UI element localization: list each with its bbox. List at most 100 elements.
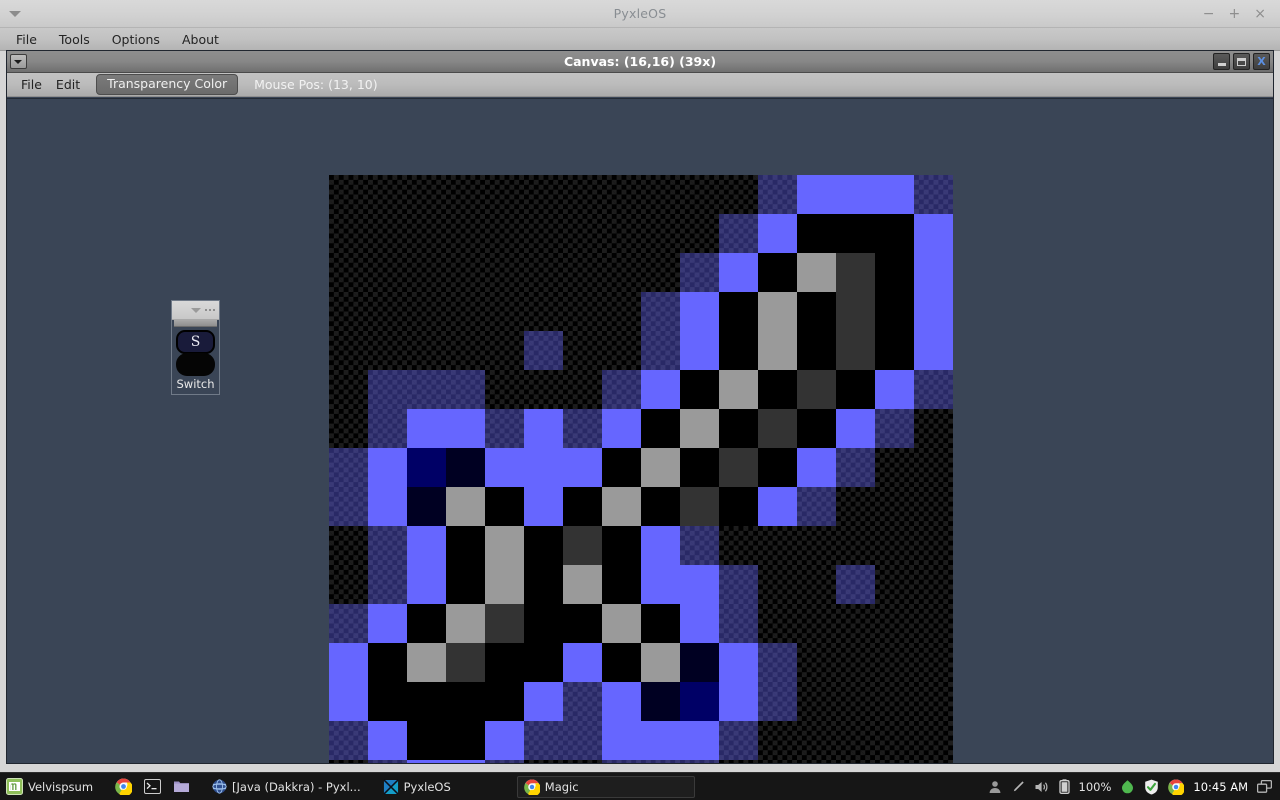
- drop-icon[interactable]: [1120, 779, 1135, 794]
- pixel-cell[interactable]: [758, 487, 797, 526]
- pixel-cell[interactable]: [641, 643, 680, 682]
- pixel-cell[interactable]: [602, 682, 641, 721]
- pixel-cell[interactable]: [758, 760, 797, 763]
- pixel-cell[interactable]: [680, 487, 719, 526]
- pixel-cell[interactable]: [836, 487, 875, 526]
- pixel-cell[interactable]: [368, 643, 407, 682]
- pixel-cell[interactable]: [836, 643, 875, 682]
- pixel-cell[interactable]: [329, 214, 368, 253]
- pixel-cell[interactable]: [407, 214, 446, 253]
- pixel-cell[interactable]: [563, 604, 602, 643]
- pixel-cell[interactable]: [563, 760, 602, 763]
- pixel-cell[interactable]: [446, 604, 485, 643]
- taskbar-window-pyxleos[interactable]: PyxleOS: [377, 776, 457, 798]
- windows-overlap-icon[interactable]: [1257, 780, 1272, 793]
- pixel-cell[interactable]: [680, 721, 719, 760]
- pixel-cell[interactable]: [641, 604, 680, 643]
- pixel-cell[interactable]: [641, 331, 680, 370]
- pixel-cell[interactable]: [485, 175, 524, 214]
- restore-icon[interactable]: [1233, 53, 1250, 70]
- pixel-cell[interactable]: [641, 292, 680, 331]
- pixel-cell[interactable]: [875, 214, 914, 253]
- pixel-cell[interactable]: [407, 565, 446, 604]
- pixel-cell[interactable]: [446, 175, 485, 214]
- pixel-cell[interactable]: [719, 760, 758, 763]
- pixel-cell[interactable]: [563, 526, 602, 565]
- pixel-cell[interactable]: [719, 253, 758, 292]
- pixel-cell[interactable]: [719, 565, 758, 604]
- pixel-cell[interactable]: [875, 682, 914, 721]
- pixel-cell[interactable]: [680, 370, 719, 409]
- pixel-cell[interactable]: [446, 370, 485, 409]
- pixel-cell[interactable]: [524, 721, 563, 760]
- pixel-cell[interactable]: [680, 409, 719, 448]
- pixel-cell[interactable]: [563, 214, 602, 253]
- pixel-cell[interactable]: [641, 253, 680, 292]
- pixel-cell[interactable]: [485, 448, 524, 487]
- pixel-cell[interactable]: [524, 760, 563, 763]
- pixel-cell[interactable]: [446, 448, 485, 487]
- pixel-cell[interactable]: [680, 565, 719, 604]
- pixel-cell[interactable]: [875, 370, 914, 409]
- pixel-cell[interactable]: [485, 643, 524, 682]
- pixel-cell[interactable]: [602, 448, 641, 487]
- pixel-cell[interactable]: [836, 292, 875, 331]
- volume-icon[interactable]: [1034, 780, 1050, 794]
- pixel-cell[interactable]: [641, 721, 680, 760]
- pixel-cell[interactable]: [368, 292, 407, 331]
- menu-item-file[interactable]: File: [10, 31, 43, 48]
- pixel-cell[interactable]: [524, 487, 563, 526]
- pixel-cell[interactable]: [719, 526, 758, 565]
- pixel-cell[interactable]: [407, 682, 446, 721]
- pixel-cell[interactable]: [719, 175, 758, 214]
- terminal-launcher[interactable]: [138, 776, 167, 798]
- pixel-cell[interactable]: [641, 760, 680, 763]
- pixel-cell[interactable]: [719, 214, 758, 253]
- pixel-cell[interactable]: [602, 214, 641, 253]
- pixel-cell[interactable]: [797, 721, 836, 760]
- pixel-cell[interactable]: [797, 292, 836, 331]
- pixel-cell[interactable]: [797, 409, 836, 448]
- pixel-cell[interactable]: [758, 565, 797, 604]
- pixel-cell[interactable]: [407, 370, 446, 409]
- pixel-cell[interactable]: [329, 565, 368, 604]
- pixel-cell[interactable]: [875, 487, 914, 526]
- pixel-cell[interactable]: [407, 721, 446, 760]
- pixel-cell[interactable]: [329, 292, 368, 331]
- pixel-cell[interactable]: [368, 331, 407, 370]
- pixel-cell[interactable]: [446, 760, 485, 763]
- pixel-cell[interactable]: [446, 487, 485, 526]
- pixel-cell[interactable]: [368, 409, 407, 448]
- pixel-cell[interactable]: [485, 565, 524, 604]
- close-icon[interactable]: X: [1253, 53, 1270, 70]
- pixel-cell[interactable]: [680, 682, 719, 721]
- pixel-cell[interactable]: [875, 175, 914, 214]
- app-titlebar[interactable]: PyxleOS − + ×: [0, 0, 1280, 28]
- canvas-window-menu-button[interactable]: [7, 51, 29, 72]
- pixel-cell[interactable]: [524, 604, 563, 643]
- secondary-color-swatch[interactable]: [176, 353, 215, 376]
- pixel-cell[interactable]: [446, 565, 485, 604]
- pixel-cell[interactable]: [797, 331, 836, 370]
- pixel-cell[interactable]: [836, 409, 875, 448]
- pixel-cell[interactable]: [446, 253, 485, 292]
- pixel-cell[interactable]: [329, 526, 368, 565]
- tool-palette-grip[interactable]: [174, 320, 217, 327]
- pixel-cell[interactable]: [680, 760, 719, 763]
- pixel-cell[interactable]: [914, 448, 953, 487]
- pixel-cell[interactable]: [758, 292, 797, 331]
- pixel-cell[interactable]: [602, 526, 641, 565]
- pixel-cell[interactable]: [914, 214, 953, 253]
- pixel-cell[interactable]: [602, 643, 641, 682]
- pixel-cell[interactable]: [563, 292, 602, 331]
- pen-icon[interactable]: [1011, 780, 1025, 794]
- pixel-cell[interactable]: [602, 370, 641, 409]
- pixel-cell[interactable]: [914, 721, 953, 760]
- pixel-cell[interactable]: [758, 682, 797, 721]
- pixel-cell[interactable]: [485, 760, 524, 763]
- pixel-cell[interactable]: [641, 175, 680, 214]
- pixel-cell[interactable]: [719, 292, 758, 331]
- pixel-cell[interactable]: [836, 253, 875, 292]
- tool-palette-titlebar[interactable]: [172, 301, 219, 320]
- pixel-cell[interactable]: [641, 682, 680, 721]
